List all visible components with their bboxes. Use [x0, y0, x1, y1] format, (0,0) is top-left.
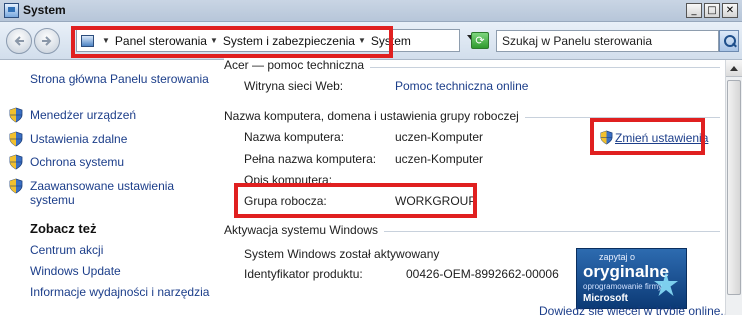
main-content: Acer — pomoc techniczna Witryna sieci We… [210, 58, 730, 315]
maximize-button[interactable]: □ [704, 3, 720, 18]
star-icon [654, 272, 678, 296]
shield-icon [600, 130, 613, 145]
chevron-down-icon[interactable]: ▼ [210, 36, 218, 45]
full-computer-name-value: uczen-Komputer [395, 152, 484, 166]
website-label: Witryna sieci Web: [244, 79, 344, 93]
change-settings-link[interactable]: Zmień ustawienia [600, 130, 708, 145]
badge-top-text: zapytaj o [599, 252, 636, 262]
shield-icon [9, 154, 23, 170]
breadcrumb-item[interactable]: System [371, 34, 411, 48]
see-also-windows-update-link[interactable]: Windows Update [30, 264, 121, 278]
forward-button[interactable] [34, 28, 60, 54]
support-section-title: Acer — pomoc techniczna [224, 58, 371, 72]
navigation-bar: ▼ Panel sterowania ▼ System i zabezpiecz… [0, 22, 742, 60]
search-input[interactable]: Szukaj w Panelu sterowania [496, 30, 719, 52]
genuine-microsoft-badge[interactable]: zapytaj o oryginalne oprogramowanie firm… [576, 248, 687, 309]
scroll-up-button[interactable] [726, 60, 742, 77]
title-bar: System _ □ ✕ [0, 0, 742, 22]
shield-icon [9, 178, 23, 194]
activation-section-title: Aktywacja systemu Windows [224, 223, 385, 237]
system-icon [4, 3, 19, 18]
sidebar-item-remote-settings[interactable]: Ustawienia zdalne [30, 132, 127, 146]
sidebar-item-advanced-settings-line2[interactable]: systemu [30, 193, 75, 207]
see-also-heading: Zobacz też [30, 221, 97, 236]
change-settings-label[interactable]: Zmień ustawienia [615, 131, 708, 145]
workgroup-value: WORKGROUP [395, 194, 477, 208]
sidebar-item-advanced-settings[interactable]: Zaawansowane ustawienia [30, 179, 174, 193]
chevron-down-icon[interactable]: ▼ [102, 36, 110, 45]
close-button[interactable]: ✕ [722, 3, 738, 18]
learn-more-online-link[interactable]: Dowiedz się więcej w trybie online... [539, 304, 730, 315]
product-id-value: 00426-OEM-8992662-00006 [406, 267, 559, 281]
scroll-thumb[interactable] [727, 80, 741, 295]
breadcrumb-item[interactable]: Panel sterowania [115, 34, 207, 48]
control-panel-home-link[interactable]: Strona główna Panelu sterowania [30, 72, 209, 86]
breadcrumb[interactable]: ▼ Panel sterowania ▼ System i zabezpiecz… [76, 29, 460, 52]
badge-sub-text: oprogramowanie firmy [583, 282, 663, 291]
sidebar-item-device-manager[interactable]: Menedżer urządzeń [30, 108, 136, 122]
shield-icon [9, 131, 23, 147]
minimize-button[interactable]: _ [686, 3, 702, 18]
chevron-down-icon[interactable]: ▼ [358, 36, 366, 45]
computer-description-label: Opis komputera: [244, 173, 333, 187]
see-also-action-center-link[interactable]: Centrum akcji [30, 243, 103, 257]
computer-name-section-title: Nazwa komputera, domena i ustawienia gru… [224, 109, 525, 123]
search-button[interactable] [719, 30, 739, 52]
refresh-button[interactable]: ⟳ [471, 32, 489, 49]
see-also-performance-link[interactable]: Informacje wydajności i narzędzia [30, 285, 209, 299]
shield-icon [9, 107, 23, 123]
arrow-left-icon [14, 36, 24, 46]
control-panel-icon [81, 34, 94, 47]
back-button[interactable] [6, 28, 32, 54]
product-id-label: Identyfikator produktu: [244, 267, 363, 281]
arrow-right-icon [42, 36, 52, 46]
vertical-scrollbar[interactable] [725, 60, 742, 315]
activation-status: System Windows został aktywowany [244, 247, 440, 261]
full-computer-name-label: Pełna nazwa komputera: [244, 152, 377, 166]
window-title: System [23, 3, 66, 17]
support-website-link[interactable]: Pomoc techniczna online [395, 79, 528, 93]
computer-name-value: uczen-Komputer [395, 130, 484, 144]
computer-name-label: Nazwa komputera: [244, 130, 345, 144]
sidebar-item-system-protection[interactable]: Ochrona systemu [30, 155, 124, 169]
breadcrumb-item[interactable]: System i zabezpieczenia [223, 34, 355, 48]
badge-brand-text: Microsoft [583, 293, 628, 304]
sidebar: Strona główna Panelu sterowania Menedżer… [0, 60, 210, 315]
workgroup-label: Grupa robocza: [244, 194, 327, 208]
